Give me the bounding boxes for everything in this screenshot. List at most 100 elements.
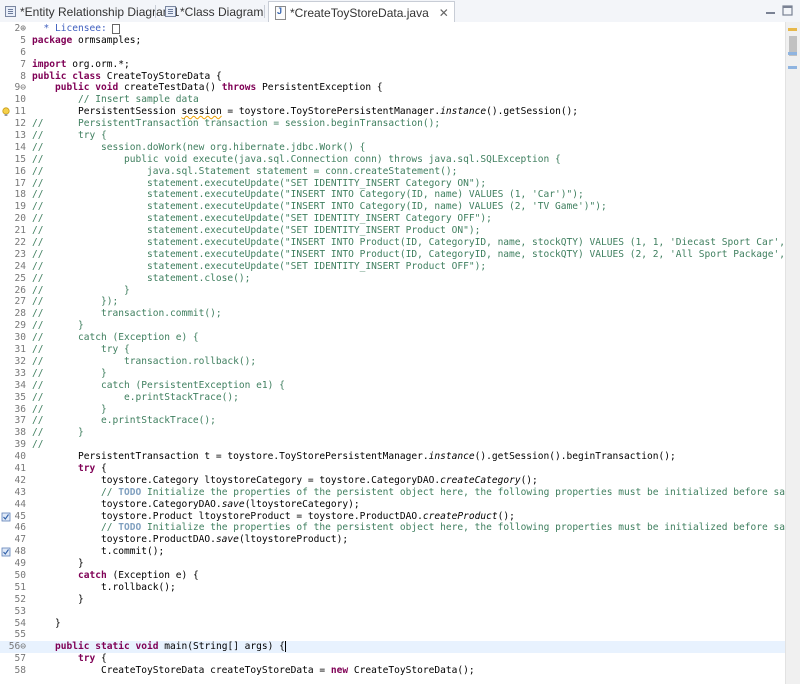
code-line[interactable]: 6 — [0, 47, 785, 59]
minimize-icon[interactable] — [764, 4, 777, 17]
code-line[interactable]: 36 // } — [0, 404, 785, 416]
code-line[interactable]: 21 // statement.executeUpdate("SET IDENTI… — [0, 225, 785, 237]
code-line[interactable]: 45 toystore.Product ltoystoreProduct = t… — [0, 511, 785, 523]
line-number: 55 — [14, 629, 27, 641]
code-line[interactable]: 52 } — [0, 594, 785, 606]
task-marker-icon[interactable] — [1, 547, 11, 557]
overview-task-marker[interactable] — [788, 52, 797, 55]
tab-entity-relationship-diagram[interactable]: *Entity Relationship Diagram1 — [0, 2, 179, 21]
line-number: 47 — [14, 534, 27, 546]
code-line[interactable]: 7 import org.orm.*; — [0, 59, 785, 71]
code-line[interactable]: 22 // statement.executeUpdate("INSERT INT… — [0, 237, 785, 249]
close-tab-icon[interactable]: ✕ — [439, 6, 449, 20]
vertical-scrollbar[interactable] — [785, 22, 800, 684]
line-text: // try { — [32, 344, 130, 356]
code-line[interactable]: 55 — [0, 629, 785, 641]
code-line[interactable]: 54 } — [0, 618, 785, 630]
editor-tab-bar: *Entity Relationship Diagram1 *Class Dia… — [0, 0, 800, 23]
line-text: // } — [32, 367, 107, 379]
code-line[interactable]: 2⊕ * Licensee: — [0, 23, 785, 35]
code-line[interactable]: 25 // statement.close(); — [0, 273, 785, 285]
code-editor[interactable]: 2⊕ * Licensee: 5 package ormsamples; 6 7 imp… — [0, 22, 785, 684]
code-line[interactable]: 16 // java.sql.Statement statement = conn… — [0, 166, 785, 178]
code-line[interactable]: 13 // try { — [0, 130, 785, 142]
code-line[interactable]: 28 // transaction.commit(); — [0, 308, 785, 320]
code-line[interactable]: 33 // } — [0, 368, 785, 380]
line-text: // try { — [32, 130, 107, 142]
line-number: 57 — [14, 653, 27, 665]
code-line[interactable]: 38 // } — [0, 427, 785, 439]
code-line[interactable]: 39 // — [0, 439, 785, 451]
code-line[interactable]: 11 PersistentSession session = toystore.… — [0, 106, 785, 118]
code-line[interactable]: 10 // Insert sample data — [0, 94, 785, 106]
code-line[interactable]: 53 — [0, 606, 785, 618]
line-text: // transaction.commit(); — [32, 308, 222, 320]
code-line[interactable]: 23 // statement.executeUpdate("INSERT INT… — [0, 249, 785, 261]
line-text: CreateToyStoreData createToyStoreData = … — [32, 665, 475, 677]
code-line[interactable]: 24 // statement.executeUpdate("SET IDENTI… — [0, 261, 785, 273]
line-text: // } — [32, 320, 84, 332]
code-lines[interactable]: 2⊕ * Licensee: 5 package ormsamples; 6 7 imp… — [0, 22, 785, 677]
code-line[interactable]: 26 // } — [0, 285, 785, 297]
code-line[interactable]: 17 // statement.executeUpdate("SET IDENTI… — [0, 178, 785, 190]
line-number: 5 — [20, 34, 26, 46]
code-line[interactable]: 58 CreateToyStoreData createToyStoreData… — [0, 665, 785, 677]
line-text: public static void main(String[] args) { — [55, 641, 286, 653]
task-marker-icon[interactable] — [1, 512, 11, 522]
code-line[interactable]: 31 // try { — [0, 344, 785, 356]
code-line[interactable]: 51 t.rollback(); — [0, 582, 785, 594]
code-line[interactable]: 20 // statement.executeUpdate("SET IDENTI… — [0, 213, 785, 225]
code-line[interactable]: 50 catch (Exception e) { — [0, 570, 785, 582]
line-number: 23 — [14, 248, 27, 260]
line-number: 6 — [20, 46, 26, 58]
code-line[interactable]: 18 // statement.executeUpdate("INSERT INT… — [0, 189, 785, 201]
code-line[interactable]: 27 // }); — [0, 296, 785, 308]
line-text: // e.printStackTrace(); — [32, 391, 239, 403]
code-line[interactable]: 57 try { — [0, 653, 785, 665]
code-line[interactable]: 49 } — [0, 558, 785, 570]
code-line[interactable]: 12 // PersistentTransaction transaction =… — [0, 118, 785, 130]
line-text: // statement.executeUpdate("SET IDENTITY… — [32, 225, 481, 237]
code-line[interactable]: 35 // e.printStackTrace(); — [0, 392, 785, 404]
tab-create-toy-store-data[interactable]: *CreateToyStoreData.java ✕ — [268, 1, 455, 23]
code-line[interactable]: 15 // public void execute(java.sql.Connec… — [0, 154, 785, 166]
line-number: 39 — [14, 439, 27, 451]
code-line[interactable]: 42 toystore.Category ltoystoreCategory =… — [0, 475, 785, 487]
line-text: catch (Exception e) { — [77, 569, 199, 581]
line-number: 33 — [14, 367, 27, 379]
code-line[interactable]: 40 PersistentTransaction t = toystore.To… — [0, 451, 785, 463]
code-line[interactable]: 30 // catch (Exception e) { — [0, 332, 785, 344]
overview-warning-marker[interactable] — [788, 28, 797, 31]
code-line[interactable]: 43 // TODO Initialize the properties of … — [0, 487, 786, 499]
line-number: 7 — [20, 58, 26, 70]
overview-task-marker[interactable] — [788, 66, 797, 69]
line-number: 30 — [14, 332, 27, 344]
code-line[interactable]: 19 // statement.executeUpdate("INSERT INT… — [0, 201, 785, 213]
maximize-icon[interactable] — [781, 4, 794, 17]
line-text: // PersistentTransaction transaction = s… — [32, 118, 441, 130]
code-line[interactable]: 29 // } — [0, 320, 785, 332]
warning-lightbulb-icon[interactable] — [1, 107, 11, 117]
code-line[interactable]: 37 // e.printStackTrace(); — [0, 415, 785, 427]
code-line[interactable]: 8 public class CreateToyStoreData { — [0, 71, 785, 83]
code-line[interactable]: 5 package ormsamples; — [0, 35, 785, 47]
line-text: } — [32, 593, 84, 605]
code-line[interactable]: 46 // TODO Initialize the properties of … — [0, 522, 786, 534]
code-line[interactable]: 34 // catch (PersistentException e1) { — [0, 380, 785, 392]
line-text: // statement.executeUpdate("INSERT INTO … — [32, 201, 607, 213]
code-line[interactable]: 41 try { — [0, 463, 785, 475]
code-line[interactable]: 9⊖ public void createTestData() throws P… — [0, 82, 785, 94]
line-number: 17 — [14, 177, 27, 189]
tab-class-diagram[interactable]: *Class Diagram — [160, 2, 263, 21]
tab-label: *CreateToyStoreData.java — [290, 5, 429, 20]
code-line[interactable]: 48 t.commit(); — [0, 546, 785, 558]
code-line[interactable]: 44 toystore.CategoryDAO.save(ltoystoreCa… — [0, 499, 785, 511]
line-text: try { — [77, 462, 107, 474]
code-line[interactable]: 14 // session.doWork(new org.hibernate.jd… — [0, 142, 785, 154]
line-number: 54 — [14, 617, 27, 629]
code-line[interactable]: 32 // transaction.rollback(); — [0, 356, 785, 368]
line-text: // } — [32, 427, 84, 439]
code-line[interactable]: 56⊖ public static void main(String[] arg… — [0, 641, 785, 654]
code-line[interactable]: 47 toystore.ProductDAO.save(ltoystorePro… — [0, 534, 785, 546]
line-text: // — [32, 439, 44, 451]
